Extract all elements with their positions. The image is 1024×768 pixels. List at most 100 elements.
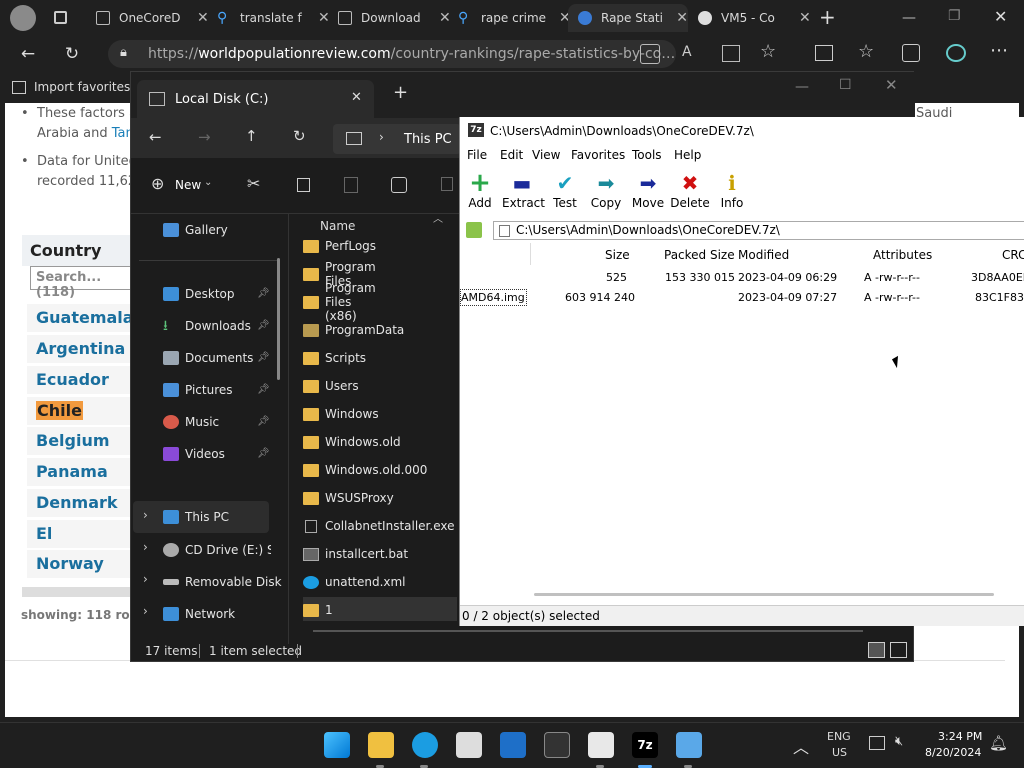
clock-date[interactable]: 8/20/2024 bbox=[925, 746, 981, 759]
chevron-right-icon[interactable]: › bbox=[143, 572, 148, 586]
paste-icon[interactable] bbox=[344, 177, 358, 193]
nav-desktop[interactable]: Desktop bbox=[163, 278, 235, 310]
close-window-icon[interactable]: ✕ bbox=[885, 76, 898, 94]
file-row[interactable]: Windows.old.000 bbox=[303, 456, 427, 484]
name-column-header[interactable]: Name bbox=[320, 219, 355, 233]
tab-vm5[interactable]: VM5 - Co ✕ bbox=[698, 4, 811, 32]
new-tab-icon[interactable]: + bbox=[393, 82, 408, 103]
crc-column-header[interactable]: CRC bbox=[1002, 248, 1024, 262]
region-indicator[interactable]: US bbox=[832, 746, 847, 759]
menu-help[interactable]: Help bbox=[674, 148, 701, 162]
share-icon[interactable] bbox=[441, 177, 453, 191]
favorite-star-icon[interactable]: ☆ bbox=[760, 41, 776, 62]
tab-rape-crime[interactable]: ⚲ rape crime ✕ bbox=[458, 4, 571, 32]
horizontal-scrollbar[interactable] bbox=[534, 593, 994, 596]
packed-size-column-header[interactable]: Packed Size bbox=[664, 248, 735, 262]
tab-translate[interactable]: ⚲ translate f ✕ bbox=[217, 4, 330, 32]
file-row[interactable]: WSUSProxy bbox=[303, 484, 394, 512]
favorites-icon[interactable]: ☆ bbox=[858, 41, 874, 62]
outlook-icon[interactable] bbox=[500, 732, 526, 758]
delete-button[interactable]: ✖ Delete bbox=[670, 170, 710, 210]
notepad-icon[interactable] bbox=[676, 732, 702, 758]
test-button[interactable]: ✔ Test bbox=[545, 170, 585, 210]
terminal-icon[interactable] bbox=[544, 732, 570, 758]
move-button[interactable]: ➡ Move bbox=[628, 170, 668, 210]
nav-this-pc[interactable]: This PC bbox=[163, 501, 229, 533]
extract-button[interactable]: ▬ Extract bbox=[502, 170, 545, 210]
volume-muted-icon[interactable]: 🔇︎ bbox=[895, 734, 903, 749]
refresh-icon[interactable]: ↻ bbox=[293, 127, 306, 145]
chevron-right-icon[interactable]: › bbox=[143, 604, 148, 618]
horizontal-scrollbar[interactable] bbox=[22, 587, 142, 597]
clock-time[interactable]: 3:24 PM bbox=[938, 730, 982, 743]
chevron-right-icon[interactable]: › bbox=[143, 540, 148, 554]
search-input[interactable]: Search... (118) bbox=[30, 266, 140, 300]
country-row[interactable]: El Salvador bbox=[27, 520, 137, 571]
close-icon[interactable]: ✕ bbox=[676, 10, 688, 26]
menu-view[interactable]: View bbox=[532, 148, 560, 162]
horizontal-scrollbar[interactable] bbox=[313, 630, 863, 632]
file-row[interactable]: CollabnetInstaller.exe bbox=[303, 512, 455, 540]
maximize-icon[interactable]: ☐ bbox=[839, 77, 852, 93]
breadcrumb-this-pc[interactable]: This PC bbox=[404, 132, 452, 147]
notepad-window-icon[interactable] bbox=[588, 732, 614, 758]
details-view-icon[interactable] bbox=[868, 642, 885, 658]
back-icon[interactable]: ← bbox=[149, 128, 162, 146]
file-row-selected[interactable]: 1 bbox=[303, 596, 333, 624]
chevron-right-icon[interactable]: › bbox=[143, 508, 148, 522]
split-screen-icon[interactable] bbox=[815, 45, 833, 61]
country-column-header[interactable]: Country bbox=[30, 241, 101, 260]
file-row[interactable]: Windows bbox=[303, 400, 379, 428]
7zip-taskbar-icon[interactable]: 7z bbox=[632, 732, 658, 758]
back-icon[interactable]: ← bbox=[12, 38, 44, 70]
start-icon[interactable] bbox=[324, 732, 350, 758]
country-row[interactable]: Ecuador bbox=[27, 366, 137, 394]
modified-column-header[interactable]: Modified bbox=[738, 248, 789, 262]
address-bar[interactable]: 🔒︎ https://worldpopulationreview.com/cou… bbox=[108, 40, 676, 68]
country-row[interactable]: Norway bbox=[27, 550, 137, 578]
copy-icon[interactable] bbox=[297, 178, 310, 192]
tab-rape-statistics[interactable]: Rape Stati ✕ bbox=[568, 4, 688, 32]
read-aloud-icon[interactable]: A bbox=[682, 44, 692, 60]
close-icon[interactable]: ✕ bbox=[318, 10, 330, 26]
close-icon[interactable]: ✕ bbox=[439, 10, 451, 26]
file-row[interactable]: ProgramData bbox=[303, 316, 404, 344]
breadcrumb[interactable]: › This PC bbox=[333, 124, 461, 154]
explorer-tab[interactable]: Local Disk (C:) ✕ bbox=[137, 80, 374, 118]
tab-actions-icon[interactable] bbox=[54, 11, 67, 24]
nav-cd-drive[interactable]: CD Drive (E:) SSS bbox=[163, 534, 271, 566]
up-folder-icon[interactable] bbox=[466, 222, 482, 238]
import-favorites-link[interactable]: Import favorites bbox=[34, 80, 130, 94]
refresh-icon[interactable]: ↻ bbox=[56, 38, 88, 70]
country-row[interactable]: Belgium bbox=[27, 427, 137, 455]
file-row[interactable]: Windows.old bbox=[303, 428, 401, 456]
file-row[interactable]: Users bbox=[303, 372, 359, 400]
minimize-icon[interactable]: — bbox=[902, 10, 916, 26]
notification-bell-icon[interactable]: 🔔︎ bbox=[989, 734, 1008, 752]
close-icon[interactable]: ✕ bbox=[197, 10, 209, 26]
language-indicator[interactable]: ENG bbox=[827, 730, 851, 743]
archive-path-field[interactable]: C:\Users\Admin\Downloads\OneCoreDEV.7z\ bbox=[493, 221, 1024, 240]
edge-icon[interactable] bbox=[412, 732, 438, 758]
country-row[interactable]: Argentina bbox=[27, 335, 137, 363]
file-row[interactable]: PerfLogs bbox=[303, 232, 376, 260]
country-row[interactable]: Guatemala bbox=[27, 304, 137, 332]
nav-removable-disk[interactable]: Removable Disk bbox=[163, 566, 282, 598]
nav-documents[interactable]: Documents bbox=[163, 342, 253, 374]
menu-favorites[interactable]: Favorites bbox=[571, 148, 625, 162]
close-tab-icon[interactable]: ✕ bbox=[351, 90, 362, 105]
copy-button[interactable]: ➡ Copy bbox=[586, 170, 626, 210]
nav-videos[interactable]: Videos bbox=[163, 438, 225, 470]
nav-downloads[interactable]: ⭳ Downloads bbox=[163, 310, 251, 342]
rename-icon[interactable] bbox=[391, 177, 407, 193]
profile-avatar[interactable] bbox=[10, 5, 36, 31]
nav-network[interactable]: Network bbox=[163, 598, 235, 630]
cut-icon[interactable]: ✂ bbox=[247, 174, 260, 193]
nav-scrollbar[interactable] bbox=[277, 258, 280, 380]
collections-icon[interactable] bbox=[902, 44, 920, 62]
country-row[interactable]: Denmark bbox=[27, 489, 137, 517]
close-window-icon[interactable]: ✕ bbox=[994, 7, 1007, 26]
file-row[interactable]: Scripts bbox=[303, 344, 366, 372]
restore-icon[interactable]: ❐ bbox=[948, 8, 961, 24]
attributes-column-header[interactable]: Attributes bbox=[873, 248, 932, 262]
